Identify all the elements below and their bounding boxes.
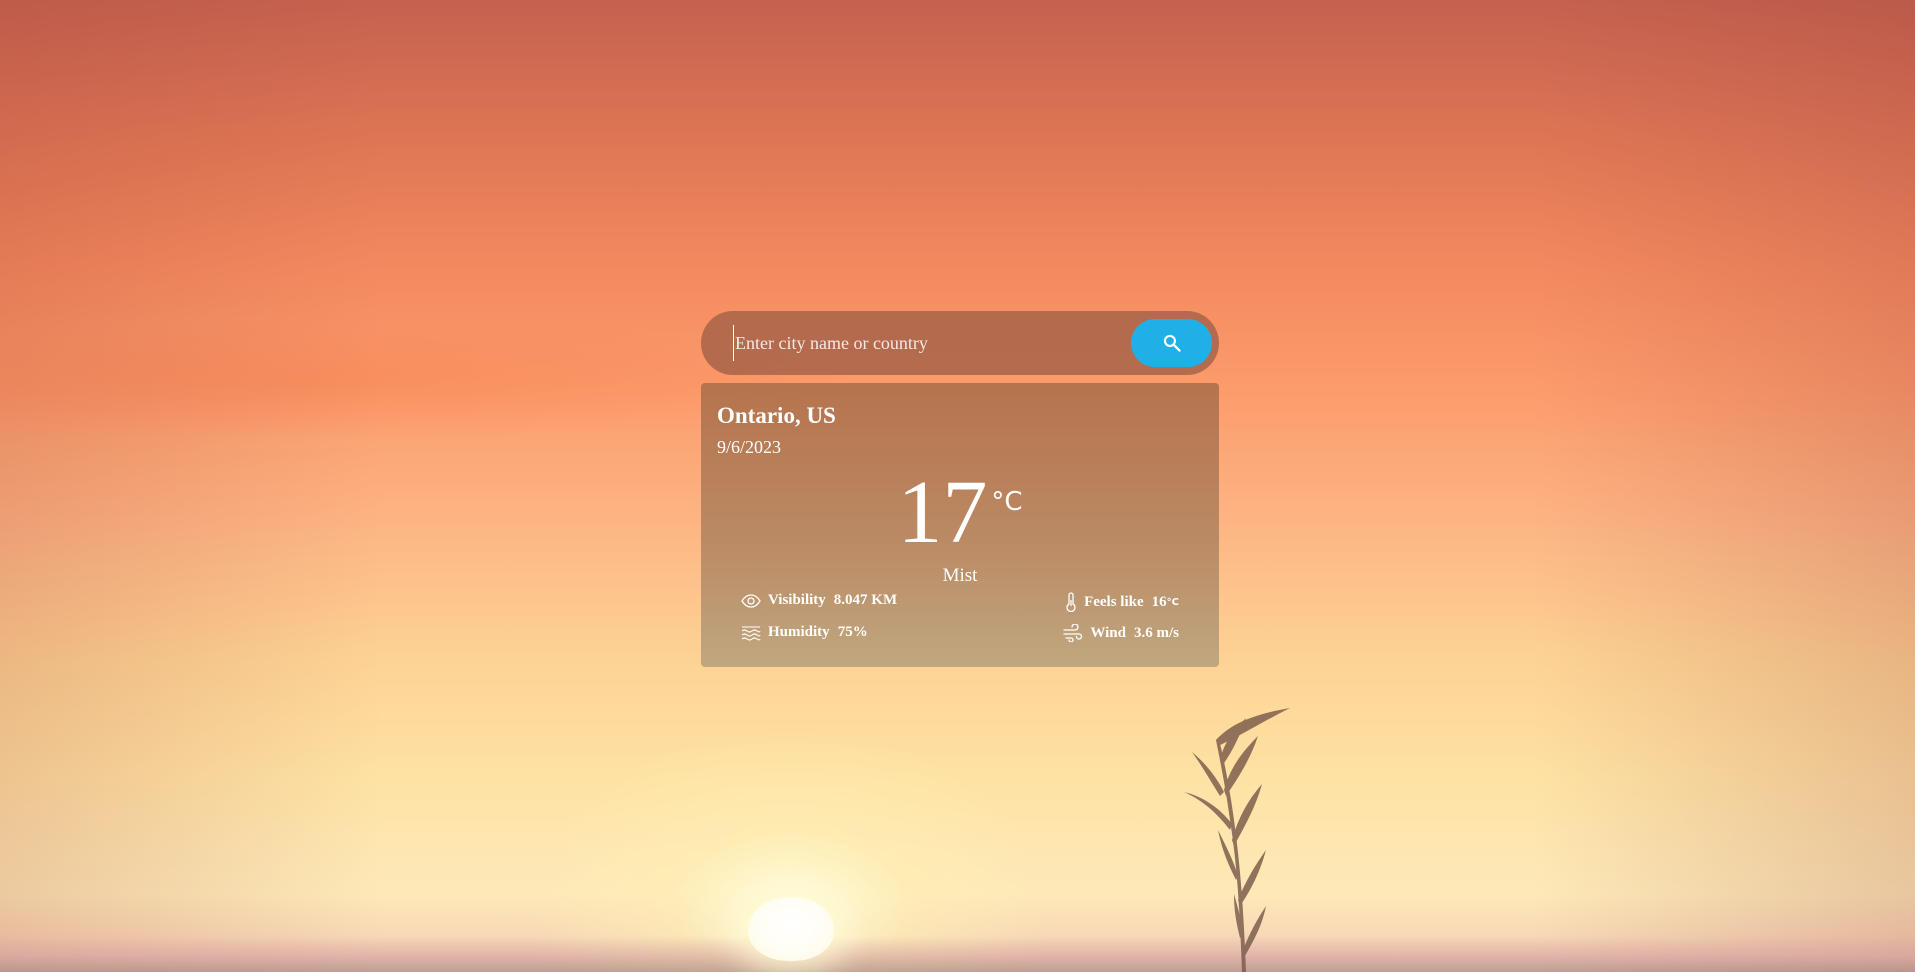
date-text: 9/6/2023 — [717, 437, 782, 457]
sun — [748, 897, 834, 961]
feels-like-label: Feels like — [1084, 593, 1144, 610]
feels-like-stat: Feels like 16 °C — [1065, 592, 1179, 612]
visibility-stat: Visibility 8.047 KM — [741, 592, 897, 609]
search-bar — [701, 311, 1219, 375]
temperature-block: 17 °C — [701, 463, 1219, 563]
search-button[interactable] — [1131, 319, 1212, 367]
waves-icon — [741, 625, 761, 641]
wind-icon — [1063, 624, 1083, 642]
wheat-stalk-silhouette — [1184, 708, 1290, 972]
search-icon — [1163, 334, 1181, 352]
weather-condition: Mist — [942, 565, 978, 586]
wind-label: Wind — [1090, 624, 1126, 641]
feels-like-unit: °C — [1166, 596, 1179, 608]
humidity-stat: Humidity 75% — [741, 624, 868, 641]
wind-value: 3.6 m/s — [1134, 624, 1179, 641]
humidity-value: 75% — [837, 624, 868, 640]
wind-stat: Wind 3.6 m/s — [1063, 624, 1179, 642]
feels-like-value: 16 — [1151, 593, 1167, 610]
visibility-value: 8.047 KM — [833, 592, 898, 608]
horizon — [0, 936, 1915, 972]
temperature-value: 17 — [897, 463, 988, 562]
visibility-label: Visibility — [768, 592, 826, 608]
background-scene: Ontario, US 9/6/2023 17°C Mist Visibilit… — [0, 0, 1915, 972]
search-input[interactable] — [733, 325, 1123, 361]
eye-icon — [741, 593, 761, 608]
location-title: Ontario, US — [717, 403, 836, 428]
humidity-label: Humidity — [768, 624, 830, 640]
thermometer-icon — [1065, 592, 1077, 612]
weather-card: Ontario, US 9/6/2023 17 °C Mist Visibilit… — [701, 383, 1219, 667]
temperature-unit: °C — [991, 487, 1023, 517]
